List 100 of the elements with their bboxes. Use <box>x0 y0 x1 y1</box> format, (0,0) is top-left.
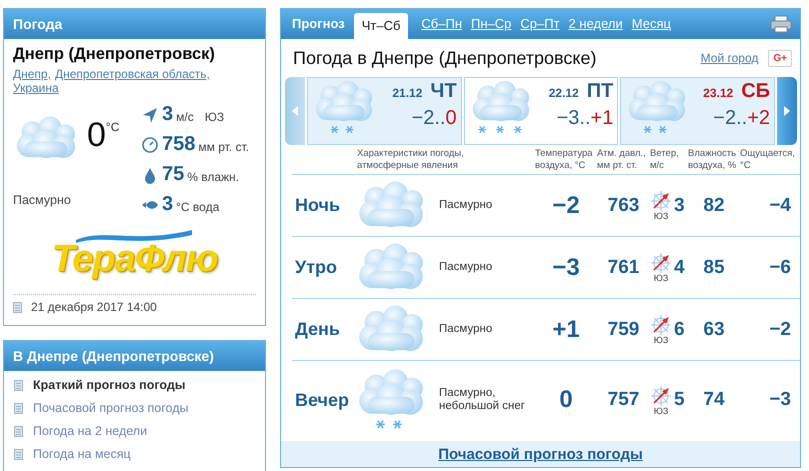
humidity-value: 85 <box>702 256 726 279</box>
column-header: Характеристики погоды, атмосферные явления <box>357 148 465 172</box>
period-tab[interactable]: Пн–Ср <box>471 11 512 37</box>
column-header: Температура воздуха, °C <box>535 148 594 172</box>
stat-unit: % влажн. <box>187 170 240 184</box>
city-name: Днепр (Днепропетровск) <box>13 45 216 64</box>
period-tab[interactable]: Месяц <box>632 11 671 37</box>
location-link[interactable]: Днепр, <box>13 67 51 81</box>
condition-text: Пасмурно <box>439 261 494 274</box>
day-card[interactable]: 21.12 ЧТ −2..0 <box>307 77 462 145</box>
document-icon <box>14 426 23 436</box>
menu-link[interactable]: Почасовой прогноз погоды <box>33 401 188 415</box>
wind-speed: 4 <box>674 256 685 279</box>
wind-direction: ЮЗ <box>654 212 668 222</box>
caret-left-icon <box>292 106 298 116</box>
temperature-value: 0 <box>558 386 574 414</box>
temperature-unit: °C <box>106 120 120 134</box>
column-header: Атм. давл., мм рт. ст. <box>597 148 647 172</box>
period-label: Утро <box>294 257 338 278</box>
weekday: ПТ <box>586 80 614 103</box>
document-icon <box>14 402 23 414</box>
stat-value: 3 <box>162 193 174 216</box>
wind-direction: ЮЗ <box>654 336 668 346</box>
wind-speed: 3 <box>674 194 685 217</box>
weekday: ЧТ <box>430 80 457 103</box>
condition-text: Пасмурно, небольшой снег <box>439 387 526 413</box>
low-temperature: −3.. <box>556 107 591 129</box>
condition-text: Пасмурно <box>439 199 494 212</box>
temperature-value: −3 <box>551 254 581 282</box>
share-button[interactable]: G+ <box>768 50 792 66</box>
humidity-value: 82 <box>702 194 726 217</box>
column-header: Ветер, м/с <box>650 148 680 172</box>
panel-header: В Днепре (Днепропетровске) <box>4 341 265 371</box>
stat-value: 758 <box>162 133 196 156</box>
period-label: День <box>294 319 341 340</box>
low-temperature: −2.. <box>713 107 748 129</box>
condition-text: Пасмурно <box>439 323 494 336</box>
printer-icon[interactable] <box>770 15 792 33</box>
current-temperature: 0 <box>87 117 106 153</box>
stat-unit: м/с <box>176 110 194 124</box>
document-icon <box>14 380 23 390</box>
page-title: Погода в Днепре (Днепропетровске) <box>293 48 598 68</box>
feels-like-value: −4 <box>768 194 792 217</box>
location-link[interactable]: Днепропетровская область, <box>54 67 210 81</box>
temperature-value: −2 <box>551 192 581 220</box>
temperature-value: +1 <box>551 316 581 344</box>
weekday: СБ <box>741 80 770 103</box>
wind-direction: ЮЗ <box>654 274 668 284</box>
period-label: Ночь <box>294 195 342 216</box>
document-icon <box>14 448 23 460</box>
stat-unit: °C вода <box>176 200 220 214</box>
day-date: 21.12 <box>392 86 422 100</box>
next-button[interactable] <box>777 77 798 145</box>
compass-arrow-icon <box>650 384 672 406</box>
pressure-value: 759 <box>606 318 640 341</box>
gauge-icon <box>141 136 159 154</box>
humidity-value: 74 <box>702 389 726 411</box>
panel-header: Погода <box>4 9 265 39</box>
period-tab[interactable]: 2 недели <box>568 11 623 37</box>
period-tab[interactable]: Сб–Пн <box>421 11 462 37</box>
caret-right-icon <box>784 106 790 116</box>
condition-text: Пасмурно <box>13 192 72 207</box>
period-tab[interactable]: Чт–Сб <box>354 13 408 39</box>
document-icon <box>13 302 22 312</box>
day-card[interactable]: 22.12 ПТ −3..+1 <box>464 77 618 145</box>
feels-like-value: −3 <box>768 389 792 411</box>
column-header: Ощущается, °C <box>740 148 796 172</box>
location-link[interactable]: Украина <box>13 81 59 95</box>
hourly-forecast-link[interactable]: Почасовой прогноз погоды <box>438 446 643 462</box>
wind-direction: ЮЗ <box>654 406 668 416</box>
column-header: Влажность воздуха, % <box>688 148 738 172</box>
menu-link[interactable]: Краткий прогноз погоды <box>33 378 186 392</box>
my-city-link[interactable]: Мой город <box>700 51 758 65</box>
feels-like-value: −6 <box>768 256 792 279</box>
pressure-value: 757 <box>606 389 640 411</box>
forecast-heading: Прогноз <box>292 15 345 33</box>
compass-arrow-icon <box>650 190 672 212</box>
period-tab[interactable]: Ср–Пт <box>520 11 560 37</box>
stat-value: 75 <box>162 163 184 186</box>
feels-like-value: −2 <box>768 318 792 341</box>
update-time: 21 декабря 2017 14:00 <box>31 300 157 314</box>
high-temperature: 0 <box>446 107 457 129</box>
stat-value: 3 <box>162 103 174 126</box>
navigation-arrow-icon <box>141 106 159 124</box>
period-label: Вечер <box>294 390 350 410</box>
day-date: 22.12 <box>548 86 579 100</box>
brand-logo: ТераФлю <box>52 238 218 280</box>
high-temperature: +1 <box>590 107 614 129</box>
wind-speed: 5 <box>674 389 685 411</box>
menu-link[interactable]: Погода на 2 недели <box>33 424 148 438</box>
compass-arrow-icon <box>650 314 672 336</box>
wind-direction: ЮЗ <box>204 110 224 124</box>
pressure-value: 763 <box>606 194 640 217</box>
pressure-value: 761 <box>606 256 640 279</box>
low-temperature: −2.. <box>412 107 446 129</box>
day-date: 23.12 <box>703 86 734 100</box>
humidity-value: 63 <box>702 318 726 341</box>
menu-link[interactable]: Погода на месяц <box>33 447 131 461</box>
day-card[interactable]: 23.12 СБ −2..+2 <box>620 77 776 145</box>
compass-arrow-icon <box>650 252 672 274</box>
